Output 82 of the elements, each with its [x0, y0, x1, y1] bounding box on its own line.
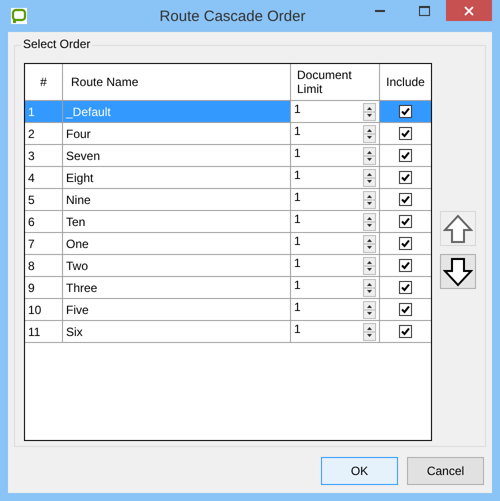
spinner-icon[interactable]: [363, 169, 376, 187]
table-cell: 8: [28, 258, 35, 272]
dialog-button[interactable]: Cancel: [407, 457, 484, 485]
number-field[interactable]: 1: [294, 212, 301, 226]
app-icon: [11, 8, 27, 24]
table-cell: 9: [28, 280, 35, 294]
table-row[interactable]: 2 Four 1: [25, 123, 431, 145]
number-field[interactable]: 1: [294, 256, 301, 270]
checkbox[interactable]: [399, 171, 412, 184]
checkbox[interactable]: [399, 105, 412, 118]
spinner-icon[interactable]: [363, 191, 376, 209]
table-row[interactable]: 5 Nine 1: [25, 189, 431, 211]
spinner-icon[interactable]: [363, 147, 376, 165]
table-cell: Five: [66, 302, 89, 316]
table-cell: Ten: [66, 214, 86, 228]
move-down-button[interactable]: [440, 254, 476, 289]
checkbox[interactable]: [399, 303, 412, 316]
table-cell: 3: [28, 148, 35, 162]
table-cell: 7: [28, 236, 35, 250]
spinner-icon[interactable]: [363, 213, 376, 231]
table-row[interactable]: 3 Seven 1: [25, 145, 431, 167]
checkbox[interactable]: [399, 149, 412, 162]
group-label: Select Order: [21, 37, 92, 51]
number-field[interactable]: 1: [294, 234, 301, 248]
number-field[interactable]: 1: [294, 146, 301, 160]
checkbox[interactable]: [399, 259, 412, 272]
checkbox[interactable]: [399, 325, 412, 338]
down-arrow-icon: [443, 256, 473, 286]
number-field[interactable]: 1: [294, 102, 301, 116]
column-header[interactable]: Document Limit: [297, 68, 376, 96]
checkbox[interactable]: [399, 127, 412, 140]
checkbox[interactable]: [399, 237, 412, 250]
close-button[interactable]: [446, 0, 492, 21]
table-row[interactable]: 10 Five 1: [25, 299, 431, 321]
spinner-icon[interactable]: [363, 279, 376, 297]
maximize-icon: [418, 6, 430, 16]
table-cell: One: [66, 236, 89, 250]
table-row[interactable]: 6 Ten 1: [25, 211, 431, 233]
column-header[interactable]: Include: [386, 75, 425, 89]
table-cell: 4: [28, 170, 35, 184]
spinner-icon[interactable]: [363, 125, 376, 143]
spinner-icon[interactable]: [363, 323, 376, 341]
window-title: Route Cascade Order: [158, 8, 306, 24]
checkbox[interactable]: [399, 215, 412, 228]
spinner-icon[interactable]: [363, 257, 376, 275]
table-cell: Four: [66, 126, 91, 140]
table-cell: 5: [28, 192, 35, 206]
table-cell: Two: [66, 258, 88, 272]
spinner-icon[interactable]: [363, 301, 376, 319]
table-cell: Three: [66, 280, 98, 294]
table-cell: Seven: [66, 148, 100, 162]
table-cell: 2: [28, 126, 35, 140]
number-field[interactable]: 1: [294, 322, 301, 336]
dialog-button[interactable]: OK: [321, 457, 398, 485]
minimize-icon: [375, 10, 385, 12]
checkbox[interactable]: [399, 193, 412, 206]
table-cell: Six: [66, 324, 83, 338]
column-header[interactable]: #: [40, 75, 47, 89]
up-arrow-icon: [443, 214, 473, 244]
table-cell: _Default: [66, 104, 111, 118]
table-row[interactable]: 1 _Default 1: [25, 101, 431, 123]
table-cell: 6: [28, 214, 35, 228]
table-row[interactable]: 11 Six 1: [25, 321, 431, 343]
spinner-icon[interactable]: [363, 235, 376, 253]
table-row[interactable]: 9 Three 1: [25, 277, 431, 299]
table-cell: 10: [28, 302, 42, 316]
close-icon: [464, 6, 474, 16]
spinner-icon[interactable]: [363, 103, 376, 121]
number-field[interactable]: 1: [294, 190, 301, 204]
table-row[interactable]: 7 One 1: [25, 233, 431, 255]
table-row[interactable]: 4 Eight 1: [25, 167, 431, 189]
number-field[interactable]: 1: [294, 278, 301, 292]
checkbox[interactable]: [399, 281, 412, 294]
number-field[interactable]: 1: [294, 300, 301, 314]
number-field[interactable]: 1: [294, 168, 301, 182]
column-header[interactable]: Route Name: [71, 75, 138, 89]
table-cell: Nine: [66, 192, 91, 206]
table-row[interactable]: 8 Two 1: [25, 255, 431, 277]
table-cell: 1: [28, 104, 35, 118]
number-field[interactable]: 1: [294, 124, 301, 138]
table-cell: Eight: [66, 170, 94, 184]
table-cell: 11: [28, 324, 40, 338]
